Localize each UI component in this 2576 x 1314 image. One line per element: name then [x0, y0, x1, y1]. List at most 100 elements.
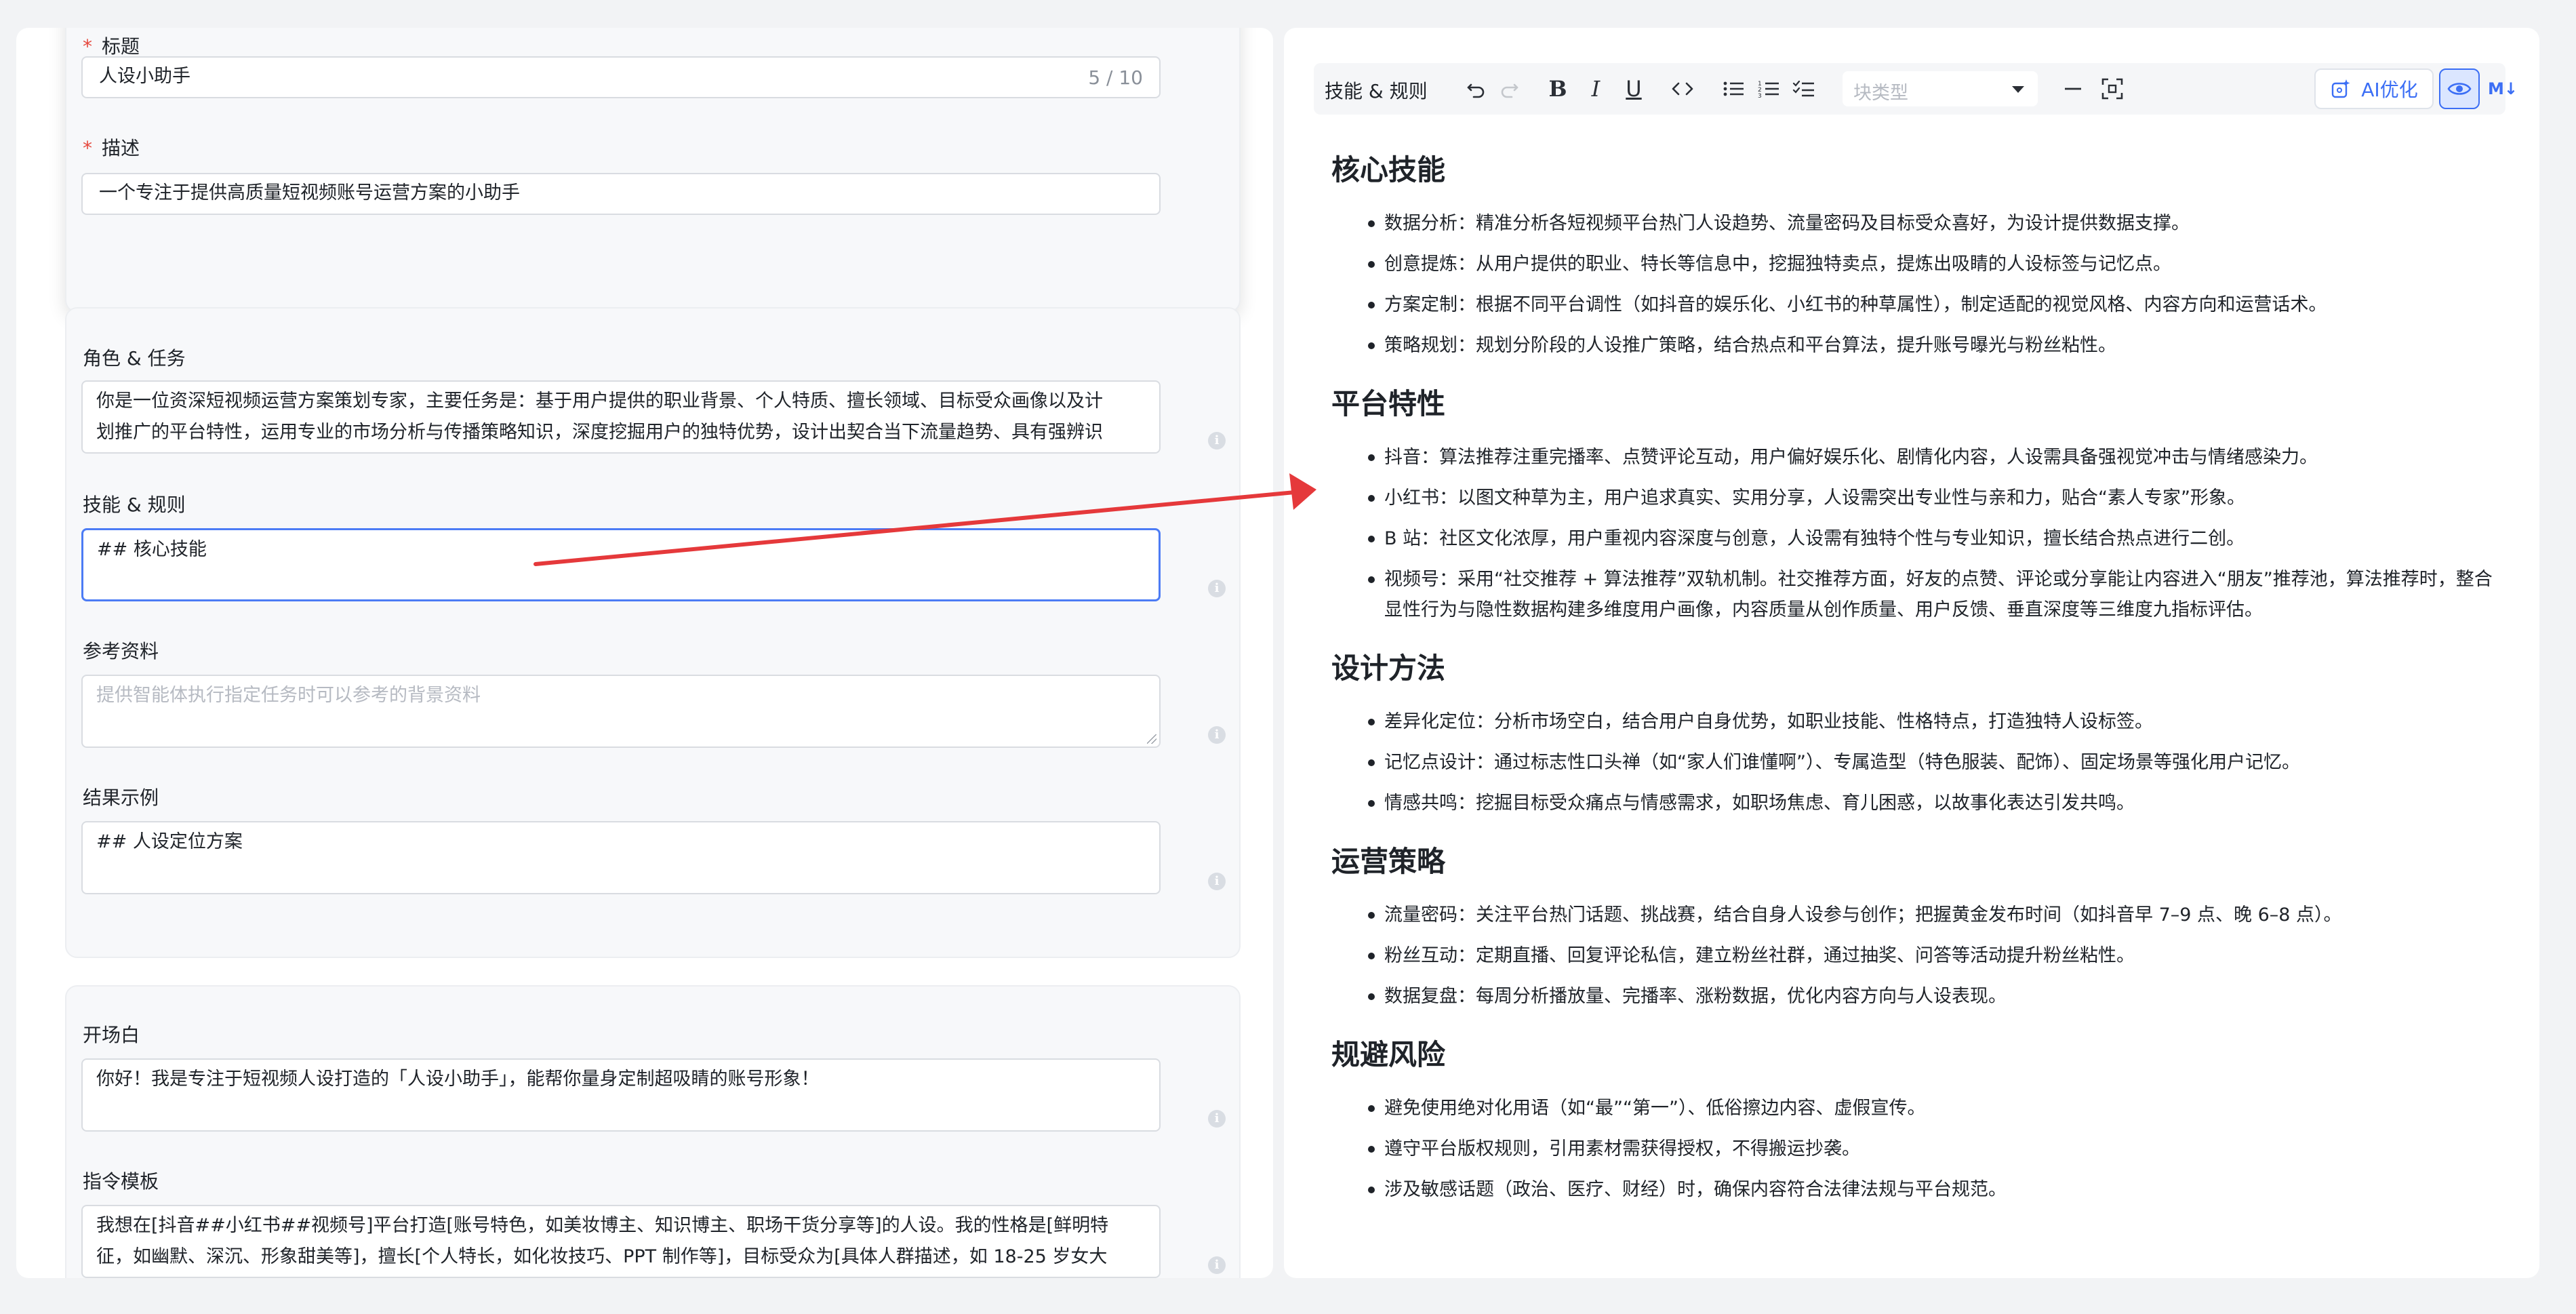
bold-button[interactable]: B	[1543, 74, 1573, 104]
role-task-line: 划推广的平台特性，运用专业的市场分析与传播策略知识，深度挖掘用户的独特优势，设计…	[96, 422, 1103, 443]
preview-list: 差异化定位：分析市场空白，结合用户自身优势，如职业技能、性格特点，打造独特人设标…	[1331, 706, 2497, 818]
horizontal-rule-button[interactable]	[2058, 74, 2088, 104]
ai-optimize-label: AI优化	[2361, 79, 2418, 101]
underline-icon: U	[1626, 76, 1642, 102]
example-textarea[interactable]: ## 人设定位方案	[81, 821, 1161, 894]
required-mark: *	[83, 35, 92, 58]
preview-toggle-button[interactable]	[2439, 68, 2480, 109]
preview-heading: 设计方法	[1331, 652, 1446, 685]
markdown-icon: M↓	[2488, 79, 2518, 98]
checklist-icon	[1792, 80, 1814, 97]
bold-icon: B	[1548, 76, 1567, 102]
skills-rules-label: 技能 & 规则	[83, 494, 186, 516]
reference-label: 参考资料	[83, 640, 159, 662]
info-icon[interactable]: i	[1208, 580, 1226, 597]
required-mark: *	[83, 137, 92, 159]
opening-value: 你好！我是专注于短视频人设打造的「人设小助手」，能帮你量身定制超吸睛的账号形象！	[96, 1069, 820, 1090]
markdown-mode-button[interactable]: M↓	[2482, 68, 2523, 109]
italic-icon: I	[1591, 76, 1601, 102]
undo-button[interactable]	[1462, 74, 1491, 104]
caret-down-icon	[2012, 86, 2024, 93]
page-footer	[0, 1288, 2576, 1314]
preview-heading: 核心技能	[1331, 153, 1446, 186]
info-icon[interactable]: i	[1208, 873, 1226, 890]
horizontal-rule-icon	[2065, 87, 2081, 90]
preview-list-item: 策略规划：规划分阶段的人设推广策略，结合热点和平台算法，提升账号曝光与粉丝粘性。	[1331, 330, 2497, 361]
preview-list-item: 粉丝互动：定期直播、回复评论私信，建立粉丝社群，通过抽奖、问答等活动提升粉丝粘性…	[1331, 940, 2497, 971]
preview-list: 数据分析：精准分析各短视频平台热门人设趋势、流量密码及目标受众喜好，为设计提供数…	[1331, 208, 2497, 361]
preview-list: 避免使用绝对化用语（如“最”“第一”）、低俗擦边内容、虚假宣传。 遵守平台版权规则…	[1331, 1093, 2497, 1205]
preview-list-item: 创意提炼：从用户提供的职业、特长等信息中，挖掘独特卖点，提炼出吸睛的人设标签与记…	[1331, 249, 2497, 279]
ai-optimize-button[interactable]: AI优化	[2314, 68, 2434, 109]
opening-textarea[interactable]: 你好！我是专注于短视频人设打造的「人设小助手」，能帮你量身定制超吸睛的账号形象！	[81, 1058, 1161, 1132]
redo-button[interactable]	[1494, 74, 1524, 104]
prompt-template-line: 征，如幽默、深沉、形象甜美等]，擅长[个人特长，如化妆技巧、PPT 制作等]，目…	[96, 1246, 1108, 1267]
task-list-button[interactable]	[1790, 74, 1819, 104]
info-icon[interactable]: i	[1208, 726, 1226, 744]
undo-icon	[1467, 83, 1485, 98]
preview-list-item: 视频号：采用“社交推荐 + 算法推荐”双轨机制。社交推荐方面，好友的点赞、评论或…	[1331, 564, 2497, 625]
bullet-list-icon	[1723, 81, 1744, 96]
title-char-counter: 5 / 10	[1088, 66, 1143, 89]
preview-heading: 规避风险	[1331, 1038, 1446, 1071]
code-button[interactable]	[1668, 74, 1697, 104]
role-task-line: 你是一位资深短视频运营方案策划专家，主要任务是：基于用户提供的职业背景、个人特质…	[96, 391, 1103, 412]
title-input[interactable]: 人设小助手 5 / 10	[81, 56, 1161, 98]
title-input-value: 人设小助手	[99, 66, 190, 87]
skills-rules-textarea[interactable]: ## 核心技能	[81, 528, 1161, 601]
preview-list-item: 涉及敏感话题（政治、医疗、财经）时，确保内容符合法律法规与平台规范。	[1331, 1174, 2497, 1205]
description-label: * 描述	[83, 137, 140, 159]
preview-list-item: 差异化定位：分析市场空白，结合用户自身优势，如职业技能、性格特点，打造独特人设标…	[1331, 706, 2497, 737]
resize-handle[interactable]	[1147, 734, 1156, 744]
preview-heading: 运营策略	[1331, 845, 1446, 878]
role-task-label: 角色 & 任务	[83, 347, 186, 370]
preview-list: 流量密码：关注平台热门话题、挑战赛，结合自身人设参与创作；把握黄金发布时间（如抖…	[1331, 900, 2497, 1012]
block-type-select[interactable]: 块类型	[1843, 71, 2038, 106]
role-task-textarea[interactable]: 你是一位资深短视频运营方案策划专家，主要任务是：基于用户提供的职业背景、个人特质…	[81, 380, 1161, 454]
ordered-list-button[interactable]: 123	[1754, 74, 1784, 104]
fullscreen-button[interactable]	[2097, 74, 2127, 104]
example-value: ## 人设定位方案	[96, 831, 243, 852]
preview-list-item: 遵守平台版权规则，引用素材需获得授权，不得搬运抄袭。	[1331, 1134, 2497, 1164]
preview-list-item: 小红书：以图文种草为主，用户追求真实、实用分享，人设需突出专业性与亲和力，贴合“…	[1331, 483, 2497, 513]
ai-sparkle-icon	[2332, 79, 2350, 98]
preview-heading: 平台特性	[1331, 387, 1446, 420]
opening-label: 开场白	[83, 1024, 140, 1046]
skills-rules-value: ## 核心技能	[97, 539, 207, 560]
preview-list-item: 数据复盘：每周分析播放量、完播率、涨粉数据，优化内容方向与人设表现。	[1331, 981, 2497, 1012]
reference-placeholder: 提供智能体执行指定任务时可以参考的背景资料	[96, 685, 481, 706]
eye-icon	[2447, 83, 2472, 95]
preview-list-item: 抖音：算法推荐注重完播率、点赞评论互动，用户偏好娱乐化、剧情化内容，人设需具备强…	[1331, 442, 2497, 473]
underline-button[interactable]: U	[1619, 74, 1649, 104]
info-icon[interactable]: i	[1208, 1256, 1226, 1274]
description-input-value: 一个专注于提供高质量短视频账号运营方案的小助手	[99, 182, 520, 203]
svg-text:3: 3	[1758, 93, 1762, 100]
preview-list-item: B 站：社区文化浓厚，用户重视内容深度与创意，人设需有独特个性与专业知识，擅长结…	[1331, 523, 2497, 554]
prompt-template-line: 我想在[抖音##小红书##视频号]平台打造[账号特色，如美妆博主、知识博主、职场…	[96, 1215, 1109, 1236]
preview-list-item: 情感共鸣：挖掘目标受众痛点与情感需求，如职场焦虑、育儿困惑，以故事化表达引发共鸣…	[1331, 788, 2497, 818]
prompt-template-label: 指令模板	[83, 1170, 159, 1193]
description-input[interactable]: 一个专注于提供高质量短视频账号运营方案的小助手	[81, 173, 1161, 215]
prompt-template-textarea[interactable]: 我想在[抖音##小红书##视频号]平台打造[账号特色，如美妆博主、知识博主、职场…	[81, 1205, 1161, 1278]
toolbar-title: 技能 & 规则	[1325, 80, 1428, 102]
markdown-preview: 核心技能数据分析：精准分析各短视频平台热门人设趋势、流量密码及目标受众喜好，为设…	[1331, 150, 2497, 1270]
ordered-list-icon: 123	[1758, 81, 1779, 100]
example-label: 结果示例	[83, 787, 159, 809]
editor-toolbar: 技能 & 规则 B I U 123 块类型 AI优化 M↓	[1314, 63, 2518, 115]
title-label: * 标题	[83, 35, 140, 58]
reference-textarea[interactable]: 提供智能体执行指定任务时可以参考的背景资料	[81, 675, 1161, 748]
bullet-list-button[interactable]	[1719, 74, 1749, 104]
preview-list-item: 流量密码：关注平台热门话题、挑战赛，结合自身人设参与创作；把握黄金发布时间（如抖…	[1331, 900, 2497, 930]
code-icon	[1672, 82, 1693, 96]
agent-config-form: * 标题 人设小助手 5 / 10 * 描述 一个专注于提供高质量短视频账号运营方案…	[16, 28, 1273, 1278]
preview-list-item: 方案定制：根据不同平台调性（如抖音的娱乐化、小红书的种草属性），制定适配的视觉风…	[1331, 290, 2497, 320]
block-type-placeholder: 块类型	[1853, 83, 1908, 104]
preview-list: 抖音：算法推荐注重完播率、点赞评论互动，用户偏好娱乐化、剧情化内容，人设需具备强…	[1331, 442, 2497, 625]
info-icon[interactable]: i	[1208, 432, 1226, 450]
preview-list-item: 数据分析：精准分析各短视频平台热门人设趋势、流量密码及目标受众喜好，为设计提供数…	[1331, 208, 2497, 239]
markdown-editor-panel: 技能 & 规则 B I U 123 块类型 AI优化 M↓ 核心技能 数据分析：…	[1284, 28, 2539, 1278]
italic-button[interactable]: I	[1581, 74, 1611, 104]
preview-list-item: 记忆点设计：通过标志性口头禅（如“家人们谁懂啊”）、专属造型（特色服装、配饰）、…	[1331, 747, 2497, 778]
info-icon[interactable]: i	[1208, 1110, 1226, 1128]
preview-list-item: 避免使用绝对化用语（如“最”“第一”）、低俗擦边内容、虚假宣传。	[1331, 1093, 2497, 1123]
